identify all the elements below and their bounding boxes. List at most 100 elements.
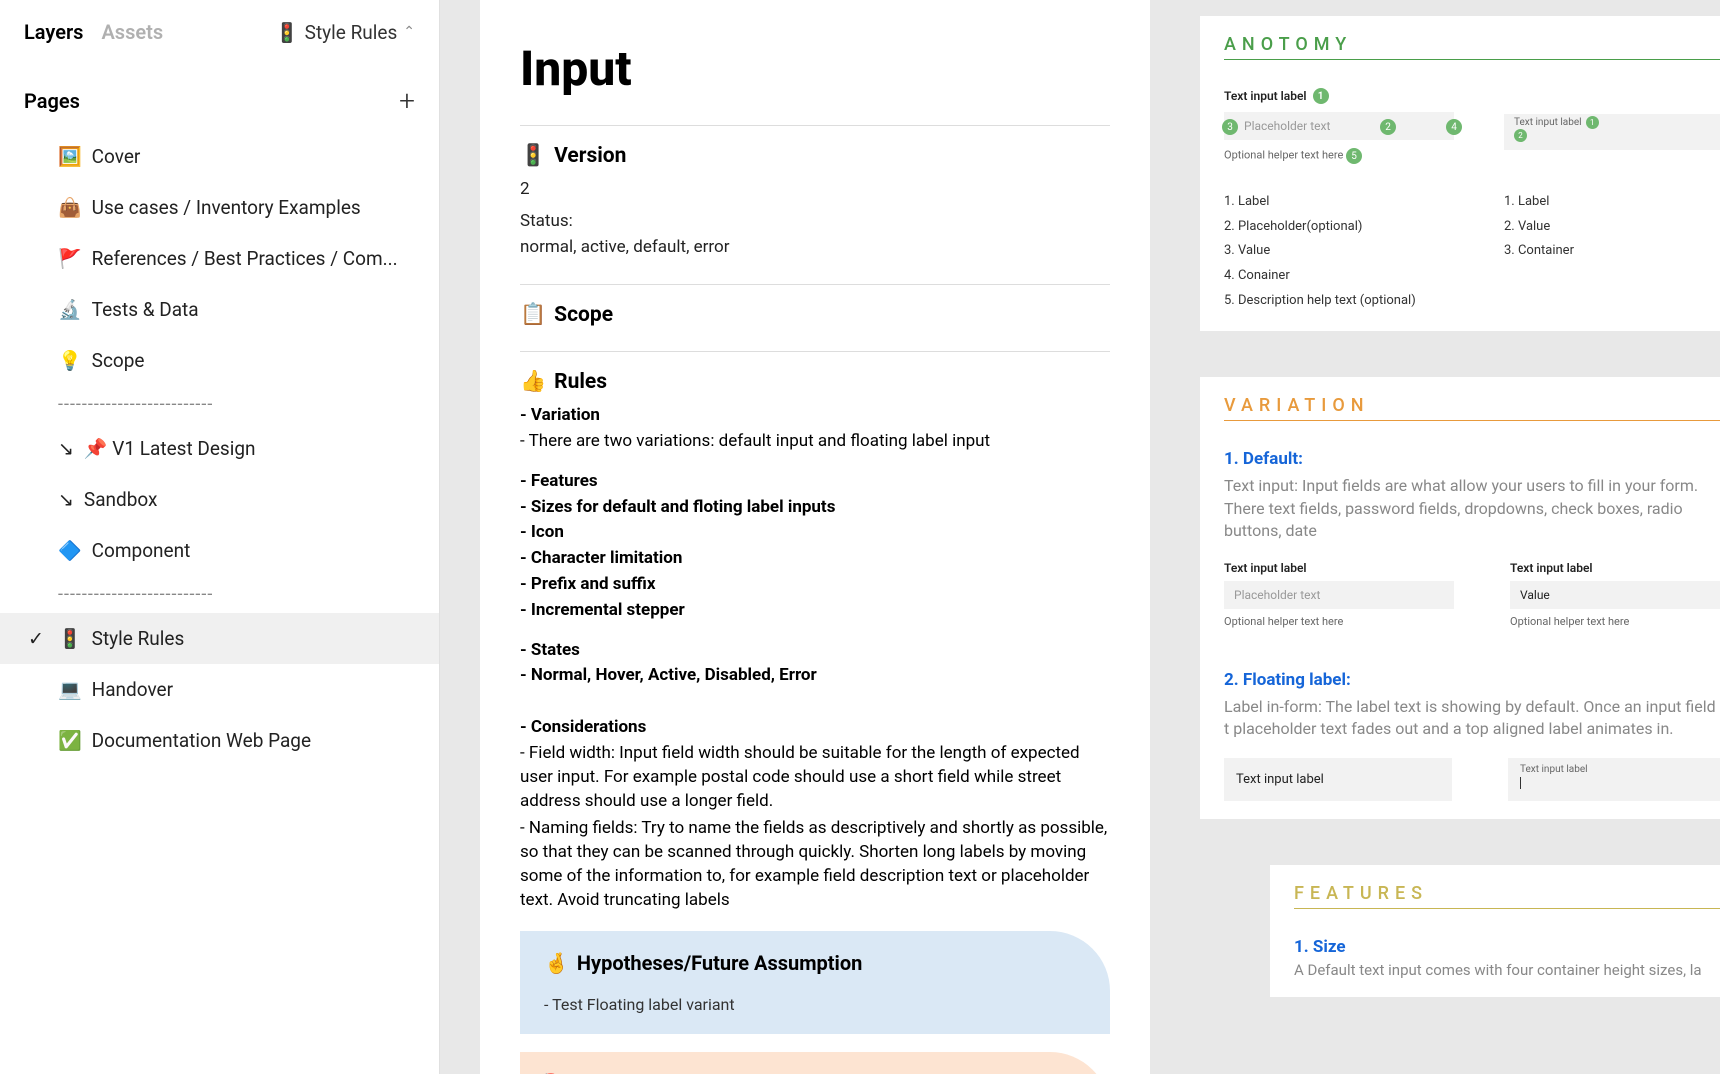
cursor-icon bbox=[1520, 777, 1521, 789]
badge-5-icon: 5 bbox=[1346, 148, 1362, 164]
divider: -------------------------- bbox=[0, 386, 439, 423]
page-label: 📌 V1 Latest Design bbox=[84, 437, 256, 460]
anatomy-input-right: Text input label12 bbox=[1504, 114, 1720, 150]
rules-variation-t: - There are two variations: default inpu… bbox=[520, 430, 1110, 454]
features-title: FEATURES bbox=[1294, 883, 1720, 909]
list-item: 3. Container bbox=[1504, 239, 1720, 264]
left-sidebar: Layers Assets 🚦 Style Rules ⌃ Pages + 🖼️… bbox=[0, 0, 440, 1074]
bulb-icon: 💡 bbox=[58, 349, 82, 372]
rules-states-h: - States bbox=[520, 639, 1110, 663]
rules-feature-item: - Prefix and suffix bbox=[520, 573, 1110, 597]
var-input-label: Text input label bbox=[1224, 561, 1454, 575]
feature-size-desc: A Default text input comes with four con… bbox=[1294, 961, 1720, 979]
traffic-light-icon: 🚦 bbox=[520, 144, 546, 168]
var-input-placeholder: Placeholder text bbox=[1224, 581, 1454, 609]
float-small-label: Text input label bbox=[1520, 764, 1720, 775]
add-page-button[interactable]: + bbox=[399, 84, 415, 117]
rules-feature-item: - Icon bbox=[520, 521, 1110, 545]
var-input-value: Value bbox=[1510, 581, 1720, 609]
sidebar-header: Layers Assets 🚦 Style Rules ⌃ bbox=[0, 0, 439, 64]
page-item-component[interactable]: 🔷Component bbox=[0, 525, 439, 576]
page-label: Documentation Web Page bbox=[92, 729, 311, 752]
list-item: 1. Label bbox=[1224, 190, 1454, 215]
pages-header: Pages + bbox=[0, 64, 439, 131]
doc-frame[interactable]: Input 🚦Version 2 Status: normal, active,… bbox=[480, 0, 1150, 1074]
thumbs-up-icon: 👍 bbox=[520, 370, 546, 394]
list-item: 5. Description help text (optional) bbox=[1224, 289, 1454, 314]
status-label: Status: bbox=[520, 210, 1110, 232]
check-icon: ✓ bbox=[28, 627, 44, 650]
variation-frame[interactable]: VARIATION 1. Default: Text input: Input … bbox=[1200, 377, 1720, 819]
section-version: 🚦 Version bbox=[520, 144, 1110, 168]
tab-layers[interactable]: Layers bbox=[24, 20, 83, 44]
rules-consider-2: - Naming fields: Try to name the fields … bbox=[520, 817, 1110, 912]
float-input-active: Text input label bbox=[1508, 758, 1720, 801]
page-item-usecases[interactable]: 👜 Use cases / Inventory Examples bbox=[0, 182, 439, 233]
diamond-icon: 🔷 bbox=[58, 539, 82, 562]
badge-1-icon: 1 bbox=[1313, 88, 1329, 104]
section-label: Rules bbox=[554, 370, 607, 394]
callout-title-text: Hypotheses/Future Assumption bbox=[577, 951, 862, 975]
page-item-tests[interactable]: 🔬Tests & Data bbox=[0, 284, 439, 335]
rules-states-t: - Normal, Hover, Active, Disabled, Error bbox=[520, 664, 1110, 688]
var-input-helper: Optional helper text here bbox=[1510, 615, 1720, 628]
tab-assets[interactable]: Assets bbox=[101, 20, 163, 44]
page-item-style-rules[interactable]: ✓ 🚦 Style Rules bbox=[0, 613, 439, 664]
callout-open-questions: 🚩Open questions/Notes - Text Field and T… bbox=[520, 1052, 1110, 1074]
page-item-handover[interactable]: 💻 Handover bbox=[0, 664, 439, 715]
rules-feature-item: - Character limitation bbox=[520, 547, 1110, 571]
traffic-light-icon: 🚦 bbox=[275, 21, 299, 44]
page-label: Handover bbox=[92, 678, 173, 701]
page-selector[interactable]: 🚦 Style Rules ⌃ bbox=[275, 21, 415, 44]
anatomy-helper: Optional helper text here 5 bbox=[1224, 148, 1454, 164]
rules-features-h: - Features bbox=[520, 470, 1110, 494]
traffic-light-icon: 🚦 bbox=[58, 627, 82, 650]
doc-title: Input bbox=[520, 40, 1110, 97]
laptop-icon: 💻 bbox=[58, 678, 82, 701]
page-label: Use cases / Inventory Examples bbox=[92, 196, 361, 219]
divider: -------------------------- bbox=[0, 576, 439, 613]
anatomy-left-list: 1. Label 2. Placeholder(optional) 3. Val… bbox=[1224, 190, 1454, 313]
page-item-references[interactable]: 🚩References / Best Practices / Com... bbox=[0, 233, 439, 284]
variation-default-h: 1. Default: bbox=[1224, 449, 1720, 469]
clipboard-icon: 📋 bbox=[520, 303, 546, 327]
var-input-label: Text input label bbox=[1510, 561, 1720, 575]
list-item: 4. Conainer bbox=[1224, 264, 1454, 289]
badge-2-icon: 2 bbox=[1380, 119, 1396, 135]
badge-1-icon: 1 bbox=[1586, 116, 1599, 129]
features-frame[interactable]: FEATURES 1. Size A Default text input co… bbox=[1270, 865, 1720, 997]
arrow-icon: ↘ bbox=[58, 437, 74, 460]
anatomy-title: ANOTOMY bbox=[1224, 34, 1720, 60]
list-item: 2. Placeholder(optional) bbox=[1224, 215, 1454, 240]
variation-float-desc: Label in-form: The label text is showing… bbox=[1224, 696, 1720, 741]
feature-size-h: 1. Size bbox=[1294, 937, 1720, 957]
page-item-scope[interactable]: 💡Scope bbox=[0, 335, 439, 386]
check-box-icon: ✅ bbox=[58, 729, 82, 752]
page-item-sandbox[interactable]: ↘Sandbox bbox=[0, 474, 439, 525]
panel-tabs: Layers Assets bbox=[24, 20, 163, 44]
rules-variation-h: - Variation bbox=[520, 404, 1110, 428]
anatomy-input-label: Text input label1 bbox=[1224, 88, 1454, 104]
callout-body: - Test Floating label variant bbox=[544, 995, 1086, 1014]
rules-consider-1: - Field width: Input field width should … bbox=[520, 742, 1110, 813]
page-item-v1-latest[interactable]: ↘ 📌 V1 Latest Design bbox=[0, 423, 439, 474]
page-label: Style Rules bbox=[92, 627, 185, 650]
var-input-helper: Optional helper text here bbox=[1224, 615, 1454, 628]
rules-content: - Variation - There are two variations: … bbox=[520, 404, 1110, 912]
page-item-cover[interactable]: 🖼️Cover bbox=[0, 131, 439, 182]
variation-float-h: 2. Floating label: bbox=[1224, 670, 1720, 690]
pages-label: Pages bbox=[24, 89, 80, 113]
chevron-up-icon: ⌃ bbox=[403, 24, 415, 40]
list-item: 1. Label bbox=[1504, 190, 1720, 215]
rules-feature-item: - Sizes for default and floting label in… bbox=[520, 496, 1110, 520]
section-scope: 📋Scope bbox=[520, 303, 1110, 327]
section-label: Version bbox=[554, 144, 626, 168]
variation-title: VARIATION bbox=[1224, 395, 1720, 421]
canvas[interactable]: Input 🚦Version 2 Status: normal, active,… bbox=[440, 0, 1720, 1074]
page-item-docs-web[interactable]: ✅ Documentation Web Page bbox=[0, 715, 439, 766]
page-selector-label: Style Rules bbox=[305, 21, 398, 44]
anatomy-right-list: 1. Label 2. Value 3. Container bbox=[1504, 190, 1720, 264]
bag-icon: 👜 bbox=[58, 196, 82, 219]
badge-3-icon: 3 bbox=[1222, 119, 1238, 135]
anatomy-frame[interactable]: ANOTOMY Text input label1 3Placeholder t… bbox=[1200, 16, 1720, 331]
